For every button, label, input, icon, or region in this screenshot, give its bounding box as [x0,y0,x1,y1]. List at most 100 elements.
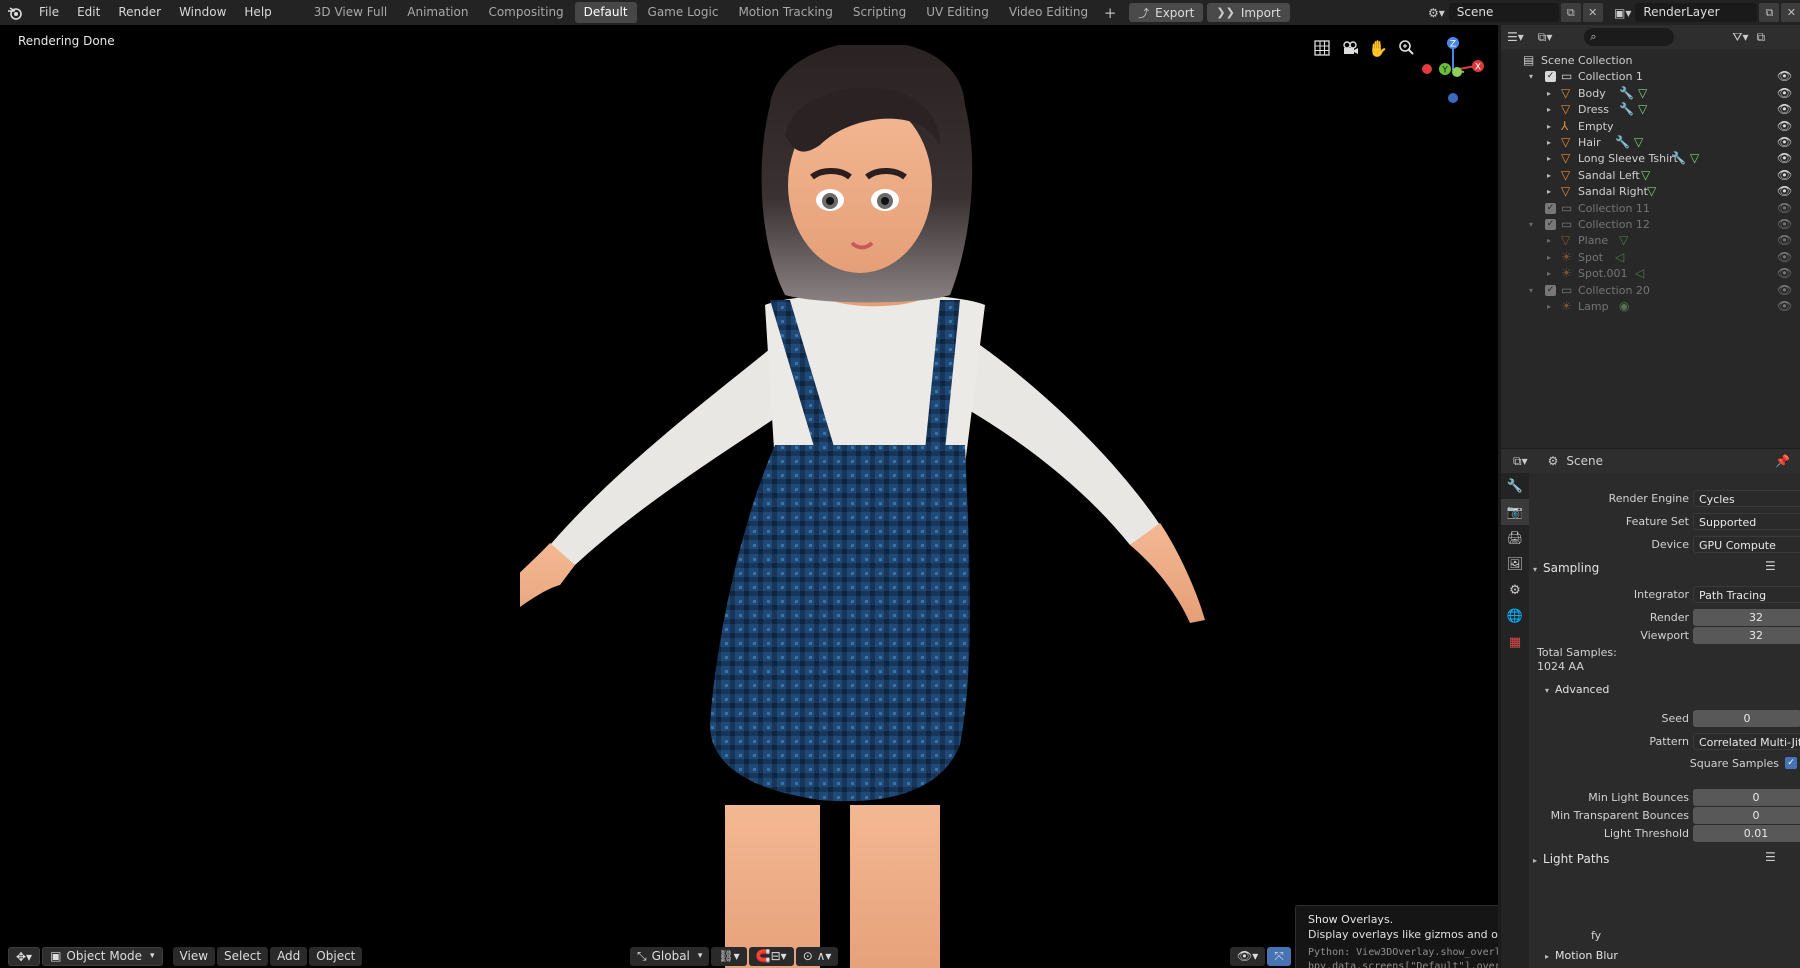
tool-tab-icon[interactable]: 🔧 [1501,473,1529,499]
properties-editor[interactable]: ⧉▾ ⚙ Scene 📌 🔧 📷 🖨 🖼 ⚙ 🌐 ▦ Render Engine… [1500,449,1800,968]
tab-compositing[interactable]: Compositing [479,2,572,23]
menu-render[interactable]: Render [109,0,170,25]
total-samples-value: 1024 AA [1537,660,1584,673]
pivot-icon[interactable]: ⛓▾ [711,946,747,966]
viewport-samples-field[interactable]: 32 [1693,626,1800,644]
motion-blur-panel-header[interactable]: ▸ Motion Blur [1545,949,1618,962]
menu-file[interactable]: File [30,0,68,25]
tab-default[interactable]: Default [574,2,637,23]
search-icon: ⌕ [1590,30,1597,43]
tab-animation[interactable]: Animation [398,2,477,23]
feature-set-select[interactable]: Supported▾ [1693,512,1800,530]
filter-icon[interactable]: ⛛▾ [1732,30,1748,45]
output-tab-icon[interactable]: 🖨 [1501,525,1529,551]
mode-selector[interactable]: ▣ Object Mode ▾ [42,946,163,966]
outliner-row[interactable]: ▸ ☀ Lamp ◉ 👁 [1501,297,1800,316]
render-layer-selector[interactable]: ▣▾ RenderLayer ⧉ ✕ [1614,2,1800,23]
view-layer-tab-icon[interactable]: 🖼 [1501,551,1529,577]
tab-motion-tracking[interactable]: Motion Tracking [729,2,841,23]
orientation-selector[interactable]: ⤡ Global ▾ [630,946,710,966]
blender-logo-icon[interactable] [0,0,30,25]
render-samples-label: Render [1649,610,1689,624]
proportional-edit-icon[interactable]: ⊙ ∧▾ [795,946,839,966]
outliner[interactable]: ☰▾ ⧉▾ ⌕ ⛛▾ ⧉ ▤ Scene Collection ▾ ✓ ▭ Colle… [1500,25,1800,448]
scene-name-field[interactable]: Scene [1448,3,1559,22]
tab-game-logic[interactable]: Game Logic [639,2,728,23]
scene-context-icon: ⚙ [1547,454,1559,468]
square-samples-checkbox[interactable]: ✓ [1785,757,1797,769]
scene-selector[interactable]: ⚙▾ Scene ⧉ ✕ [1428,2,1603,23]
collection-checkbox[interactable]: ✓ [1545,219,1556,230]
tab-scripting[interactable]: Scripting [844,2,915,23]
3d-viewport[interactable]: Rendering Done ✋ Z X Y ✥▾ ▣ Object Mode … [0,25,1498,968]
motion-blur-label: Motion Blur [1555,949,1618,962]
viewport-menu-select[interactable]: Select [217,946,269,966]
menu-window[interactable]: Window [170,0,235,25]
pattern-select[interactable]: Correlated Multi-Jitter▾ [1693,732,1800,750]
tooltip-python: Python: View3DOverlay.show_overlays [1308,947,1498,958]
advanced-panel-header[interactable]: ▾ Advanced [1545,683,1609,696]
display-mode-icon[interactable]: ⧉▾ [1538,30,1553,45]
menu-help[interactable]: Help [235,0,280,25]
world-tab-icon[interactable]: 🌐 [1501,603,1529,629]
tab-3d-view-full[interactable]: 3D View Full [305,2,397,23]
expand-icon[interactable]: ▸ [1547,297,1551,316]
collection-checkbox[interactable]: ✓ [1545,71,1556,83]
import-label: Import [1240,5,1281,20]
new-scene-icon[interactable]: ⧉ [1560,3,1581,22]
device-select[interactable]: GPU Compute▾ [1693,535,1800,553]
scene-tab-icon[interactable]: ⚙ [1501,577,1529,603]
delete-scene-icon[interactable]: ✕ [1582,3,1603,22]
navigation-gizmo[interactable]: Z X Y [1408,30,1498,110]
seed-field[interactable]: 0 [1693,709,1800,727]
tooltip-title: Show Overlays. [1308,913,1394,926]
import-button[interactable]: ❯❯ Import [1207,3,1290,22]
pin-icon[interactable]: 📌 [1775,454,1790,468]
tab-video-editing[interactable]: Video Editing [1000,2,1097,23]
point-light-data-icon[interactable]: ◉ [1619,297,1629,316]
feature-set-row: Feature Set Supported▾ [1529,512,1800,530]
outliner-item-label: Lamp [1578,300,1609,313]
render-samples-field[interactable]: 32 [1693,608,1800,626]
tooltip-description: Display overlays like gizmos and outline… [1308,928,1498,941]
min-transparent-bounces-field[interactable]: 0 [1693,806,1800,824]
workspace-tabs: 3D View Full Animation Compositing Default G… [305,0,1099,25]
import-icon: ❯❯ [1216,6,1235,19]
viewport-menu-add[interactable]: Add [270,946,308,966]
add-workspace-button[interactable]: + [1101,4,1119,22]
light-threshold-field[interactable]: 0.01 [1693,824,1800,842]
sampling-panel-header[interactable]: ▾ Sampling [1533,561,1599,575]
visibility-icon[interactable]: 👁▾ [1230,946,1266,966]
integrator-select[interactable]: Path Tracing▾ [1693,585,1800,603]
delete-layer-icon[interactable]: ✕ [1781,3,1800,22]
tab-uv-editing[interactable]: UV Editing [917,2,998,23]
render-layer-field[interactable]: RenderLayer [1635,3,1758,22]
eye-icon[interactable]: 👁 [1777,297,1792,316]
viewport-menu-view[interactable]: View [172,946,216,966]
properties-editor-icon[interactable]: ⧉▾ [1513,454,1528,469]
export-button[interactable]: ⤴ Export [1129,3,1204,22]
collection-checkbox[interactable]: ✓ [1545,202,1556,214]
collection-checkbox[interactable]: ✓ [1545,284,1556,296]
render-tab-icon[interactable]: 📷 [1501,499,1529,525]
render-engine-select[interactable]: Cycles▾ [1693,489,1800,507]
editor-type-icon[interactable]: ✥▾ [8,946,41,966]
light-paths-panel-header[interactable]: ▸ Light Paths [1533,852,1609,866]
viewport-menu-object[interactable]: Object [309,946,363,966]
outliner-search-input[interactable]: ⌕ [1584,28,1675,46]
new-collection-icon[interactable]: ⧉ [1756,30,1765,45]
total-samples-label: Total Samples: [1537,646,1617,659]
snap-icon[interactable]: 🧲⊟▾ [748,946,794,966]
new-layer-icon[interactable]: ⧉ [1759,3,1780,22]
gizmo-toggle-icon[interactable]: ⤧ [1267,946,1291,966]
texture-tab-icon[interactable]: ▦ [1501,629,1529,655]
menu-edit[interactable]: Edit [68,0,109,25]
partial-panel-label: fy [1591,929,1602,942]
integrator-label: Integrator [1633,587,1689,601]
presets-icon[interactable]: ☰ [1765,850,1776,864]
presets-icon[interactable]: ☰ [1765,559,1776,573]
outliner-editor-icon[interactable]: ☰▾ [1507,30,1524,44]
min-light-bounces-field[interactable]: 0 [1693,788,1800,806]
seed-row: Seed 0 ◐ [1529,709,1800,727]
pattern-label: Pattern [1649,734,1689,748]
